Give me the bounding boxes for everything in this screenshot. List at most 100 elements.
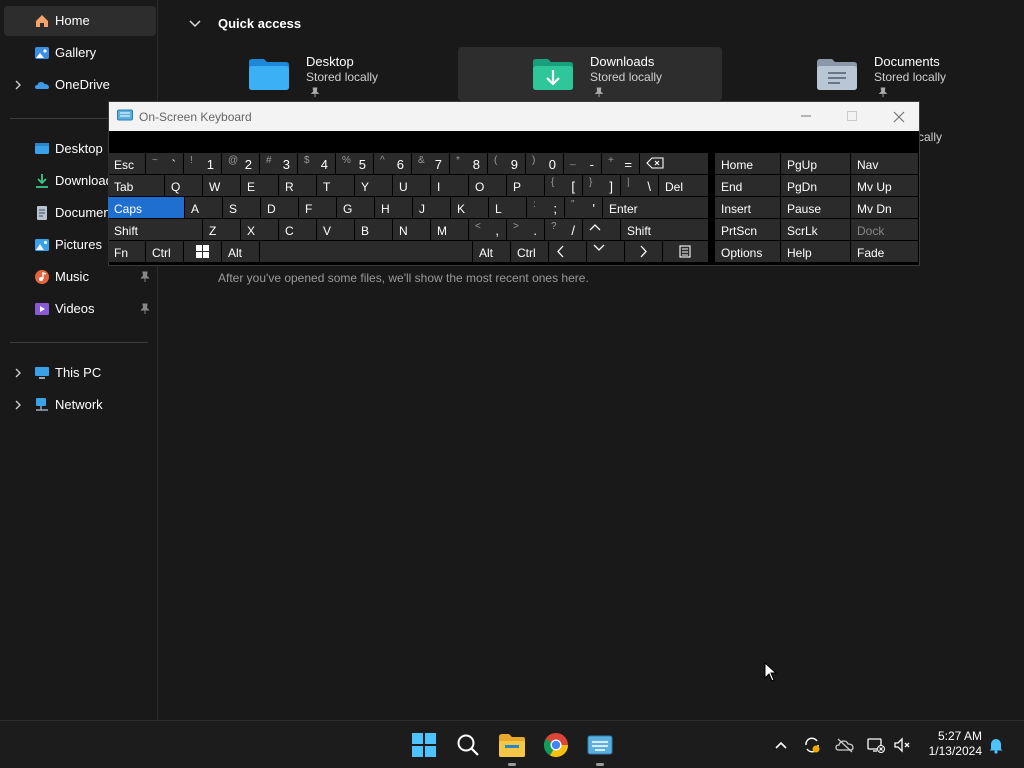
key-end[interactable]: End xyxy=(715,175,780,196)
key-esc[interactable]: Esc xyxy=(108,153,145,174)
key-backspace[interactable] xyxy=(640,153,708,174)
sidebar-item-home[interactable]: Home xyxy=(4,6,156,36)
speaker-muted-icon[interactable] xyxy=(892,735,912,755)
key--[interactable]: _ - xyxy=(564,153,601,174)
sidebar-item-music[interactable]: Music xyxy=(4,262,156,292)
chevron-right-icon[interactable] xyxy=(12,398,24,412)
key-arrow-down[interactable] xyxy=(587,241,624,262)
key-r[interactable]: R xyxy=(279,175,316,196)
taskbar-clock[interactable]: 5:27 AM 1/13/2024 xyxy=(929,729,982,759)
key-6[interactable]: ^ 6 xyxy=(374,153,411,174)
key-s[interactable]: S xyxy=(223,197,260,218)
key-sym-z-0[interactable]: <, xyxy=(469,219,506,240)
key-i[interactable]: I xyxy=(431,175,468,196)
key-dock[interactable]: Dock xyxy=(851,219,918,240)
key-space[interactable] xyxy=(260,241,472,262)
key-fn[interactable]: Fn xyxy=(108,241,145,262)
file-explorer-taskbar-button[interactable] xyxy=(496,729,528,766)
chevron-up-icon[interactable] xyxy=(771,735,791,755)
key-3[interactable]: #3 xyxy=(260,153,297,174)
key-context-menu[interactable] xyxy=(663,241,708,262)
key-sym-1[interactable]: }] xyxy=(583,175,620,196)
key-k[interactable]: K xyxy=(451,197,488,218)
key-z[interactable]: Z xyxy=(203,219,240,240)
key-sym-z-1[interactable]: >. xyxy=(507,219,544,240)
key-4[interactable]: $4 xyxy=(298,153,335,174)
key-l[interactable]: L xyxy=(489,197,526,218)
key-p[interactable]: P xyxy=(507,175,544,196)
key-shift-left[interactable]: Shift xyxy=(108,219,202,240)
key-prtscn[interactable]: PrtScn xyxy=(715,219,780,240)
osk-title-bar[interactable]: On-Screen Keyboard xyxy=(109,102,919,131)
key-home[interactable]: Home xyxy=(715,153,780,174)
key-arrow-left[interactable] xyxy=(549,241,586,262)
key-e[interactable]: E xyxy=(241,175,278,196)
sync-icon[interactable] xyxy=(802,735,822,755)
key-nav[interactable]: Nav xyxy=(851,153,918,174)
key-alt-left[interactable]: Alt xyxy=(222,241,259,262)
key-`[interactable]: ~ ` xyxy=(146,153,183,174)
key-del[interactable]: Del xyxy=(659,175,708,196)
key-ctrl-left[interactable]: Ctrl xyxy=(146,241,183,262)
key-scrlk[interactable]: ScrLk xyxy=(781,219,850,240)
key-windows[interactable] xyxy=(184,241,221,262)
onedrive-offline-icon[interactable] xyxy=(835,735,855,755)
quick-access-header[interactable]: Quick access xyxy=(188,16,301,31)
key-fade[interactable]: Fade xyxy=(851,241,918,262)
key-m[interactable]: M xyxy=(431,219,468,240)
key-v[interactable]: V xyxy=(317,219,354,240)
key-caps[interactable]: Caps xyxy=(108,197,184,218)
key-y[interactable]: Y xyxy=(355,175,392,196)
key-5[interactable]: % 5 xyxy=(336,153,373,174)
key-pgup[interactable]: PgUp xyxy=(781,153,850,174)
key-a[interactable]: A xyxy=(185,197,222,218)
key-=[interactable]: + = xyxy=(602,153,639,174)
key-help[interactable]: Help xyxy=(781,241,850,262)
quick-access-tile-documents[interactable]: Documents Stored locally xyxy=(786,47,1016,101)
key-arrow-up[interactable] xyxy=(583,219,620,240)
key-j[interactable]: J xyxy=(413,197,450,218)
key-d[interactable]: D xyxy=(261,197,298,218)
key-insert[interactable]: Insert xyxy=(715,197,780,218)
key-sym-2[interactable]: | \ xyxy=(621,175,658,196)
quick-access-tile-downloads[interactable]: Downloads Stored locally xyxy=(458,47,722,101)
key-9[interactable]: (9 xyxy=(488,153,525,174)
key-q[interactable]: Q xyxy=(165,175,202,196)
minimize-button[interactable] xyxy=(783,102,829,131)
key-mv-up[interactable]: Mv Up xyxy=(851,175,918,196)
key-n[interactable]: N xyxy=(393,219,430,240)
key-pgdn[interactable]: PgDn xyxy=(781,175,850,196)
chrome-taskbar-button[interactable] xyxy=(540,729,572,761)
quick-access-tile-desktop[interactable]: Desktop Stored locally xyxy=(218,47,482,101)
chevron-right-icon[interactable] xyxy=(12,78,24,92)
key-u[interactable]: U xyxy=(393,175,430,196)
key-tab[interactable]: Tab xyxy=(108,175,164,196)
key-sym-z-2[interactable]: ? / xyxy=(545,219,582,240)
key-w[interactable]: W xyxy=(203,175,240,196)
key-arrow-right[interactable] xyxy=(625,241,662,262)
key-h[interactable]: H xyxy=(375,197,412,218)
key-ctrl-right[interactable]: Ctrl xyxy=(511,241,548,262)
key-b[interactable]: B xyxy=(355,219,392,240)
key-8[interactable]: * 8 xyxy=(450,153,487,174)
key-mv-dn[interactable]: Mv Dn xyxy=(851,197,918,218)
key-t[interactable]: T xyxy=(317,175,354,196)
key-2[interactable]: @2 xyxy=(222,153,259,174)
sidebar-item-videos[interactable]: Videos xyxy=(4,294,156,324)
key-sym-a-0[interactable]: :; xyxy=(527,197,564,218)
maximize-button[interactable] xyxy=(829,102,875,131)
key-7[interactable]: & 7 xyxy=(412,153,449,174)
key-options[interactable]: Options xyxy=(715,241,780,262)
key-c[interactable]: C xyxy=(279,219,316,240)
search-button[interactable] xyxy=(452,729,484,761)
key-pause[interactable]: Pause xyxy=(781,197,850,218)
network-disconnected-icon[interactable] xyxy=(866,735,886,755)
chevron-right-icon[interactable] xyxy=(12,366,24,380)
key-shift-right[interactable]: Shift xyxy=(621,219,708,240)
start-button[interactable] xyxy=(408,729,440,761)
key-sym-a-1[interactable]: " ' xyxy=(565,197,602,218)
key-x[interactable]: X xyxy=(241,219,278,240)
key-0[interactable]: ) 0 xyxy=(526,153,563,174)
key-o[interactable]: O xyxy=(469,175,506,196)
key-g[interactable]: G xyxy=(337,197,374,218)
